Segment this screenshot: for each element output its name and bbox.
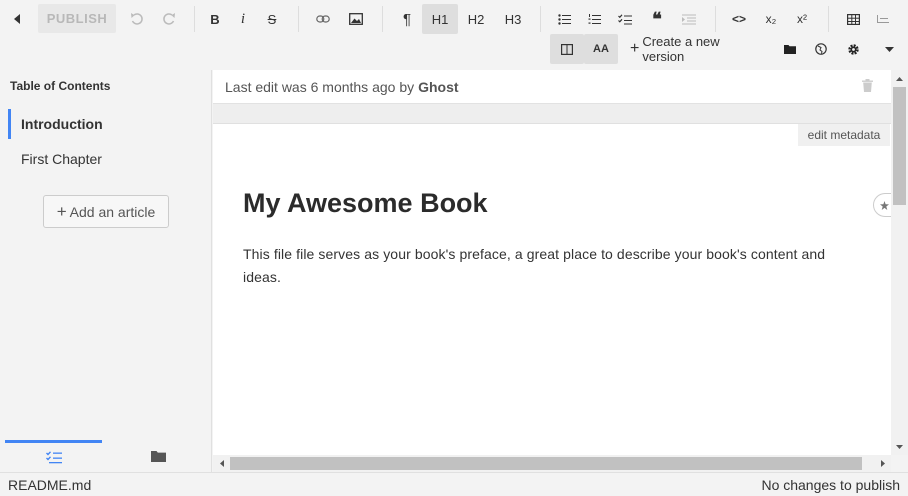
numbered-list-icon[interactable]: [583, 4, 605, 34]
globe-icon[interactable]: [811, 34, 831, 64]
toc-title: Table of Contents: [10, 79, 111, 93]
toolbar-divider: [298, 6, 299, 32]
status-bar: README.md No changes to publish: [0, 472, 908, 496]
back-arrow-icon[interactable]: [6, 4, 30, 34]
checklist-icon[interactable]: [614, 4, 636, 34]
heading-1-button[interactable]: H1: [422, 4, 458, 34]
code-button[interactable]: <>: [728, 4, 750, 34]
checklist-icon: [45, 451, 62, 464]
tab-files[interactable]: [110, 440, 207, 472]
last-edit-text: Last edit was 6 months ago by: [225, 78, 415, 95]
publish-button[interactable]: PUBLISH: [38, 4, 116, 33]
folder-icon[interactable]: [780, 34, 800, 64]
scrollbar-corner: [891, 455, 908, 472]
create-version-label: Create a new version: [642, 34, 720, 64]
scroll-up-icon[interactable]: [891, 70, 908, 87]
more-formatting-icon[interactable]: [874, 4, 892, 34]
trash-icon[interactable]: [862, 79, 873, 97]
horizontal-scroll-thumb[interactable]: [230, 457, 862, 470]
vertical-scrollbar[interactable]: [891, 70, 908, 455]
plus-icon: +: [630, 40, 640, 57]
current-filename: README.md: [8, 477, 92, 493]
heading-2-button[interactable]: H2: [460, 4, 492, 34]
editor-pane: Last edit was 6 months ago by Ghost edit…: [213, 70, 908, 472]
gear-icon[interactable]: [843, 34, 863, 64]
add-article-button[interactable]: + Add an article: [43, 195, 169, 228]
toolbar-divider: [540, 6, 541, 32]
table-icon[interactable]: [842, 4, 864, 34]
redo-icon[interactable]: [158, 4, 180, 34]
image-icon[interactable]: [345, 4, 367, 34]
chevron-down-icon[interactable]: [879, 34, 899, 64]
font-size-button[interactable]: AA: [584, 34, 618, 64]
table-of-contents-sidebar: Table of Contents Introduction First Cha…: [0, 70, 212, 472]
toolbar-divider: [382, 6, 383, 32]
undo-icon[interactable]: [126, 4, 148, 34]
horizontal-scrollbar[interactable]: [213, 455, 891, 472]
strikethrough-button[interactable]: S: [262, 4, 282, 34]
italic-button[interactable]: i: [233, 4, 253, 34]
vertical-scroll-thumb[interactable]: [893, 87, 906, 205]
toolbar-divider: [715, 6, 716, 32]
folder-icon: [151, 451, 166, 462]
document-title[interactable]: My Awesome Book: [243, 188, 488, 219]
create-version-button[interactable]: + Create a new version: [630, 34, 760, 64]
superscript-button[interactable]: x²: [790, 4, 814, 34]
heading-3-button[interactable]: H3: [497, 4, 529, 34]
editor-toolbar: PUBLISH B i S ¶ H1 H2 H3 ❝ <> x₂ x² AA +…: [0, 0, 908, 70]
paragraph-button[interactable]: ¶: [396, 4, 418, 34]
last-edit-bar: Last edit was 6 months ago by Ghost: [213, 70, 891, 104]
scroll-down-icon[interactable]: [891, 438, 908, 455]
scroll-right-icon[interactable]: [874, 455, 891, 472]
toolbar-divider: [828, 6, 829, 32]
subscript-button[interactable]: x₂: [759, 4, 783, 34]
toc-item-first-chapter[interactable]: First Chapter: [8, 144, 208, 174]
tab-table-of-contents[interactable]: [5, 440, 102, 472]
toc-item-introduction[interactable]: Introduction: [8, 109, 208, 139]
last-edit-author: Ghost: [418, 78, 459, 95]
bulleted-list-icon[interactable]: [553, 4, 575, 34]
scroll-left-icon[interactable]: [213, 455, 230, 472]
plus-icon: +: [56, 201, 67, 221]
blockquote-button[interactable]: ❝: [646, 4, 668, 34]
link-icon[interactable]: [312, 4, 334, 34]
split-view-icon[interactable]: [550, 34, 584, 64]
add-article-label: Add an article: [69, 203, 156, 220]
horizontal-rule-icon[interactable]: [678, 4, 700, 34]
document-body[interactable]: This file file serves as your book's pre…: [243, 243, 853, 289]
edit-metadata-button[interactable]: edit metadata: [798, 124, 890, 146]
editor-header-band: [213, 104, 891, 124]
bold-button[interactable]: B: [205, 4, 225, 34]
toolbar-divider: [194, 6, 195, 32]
publish-status: No changes to publish: [761, 477, 900, 493]
